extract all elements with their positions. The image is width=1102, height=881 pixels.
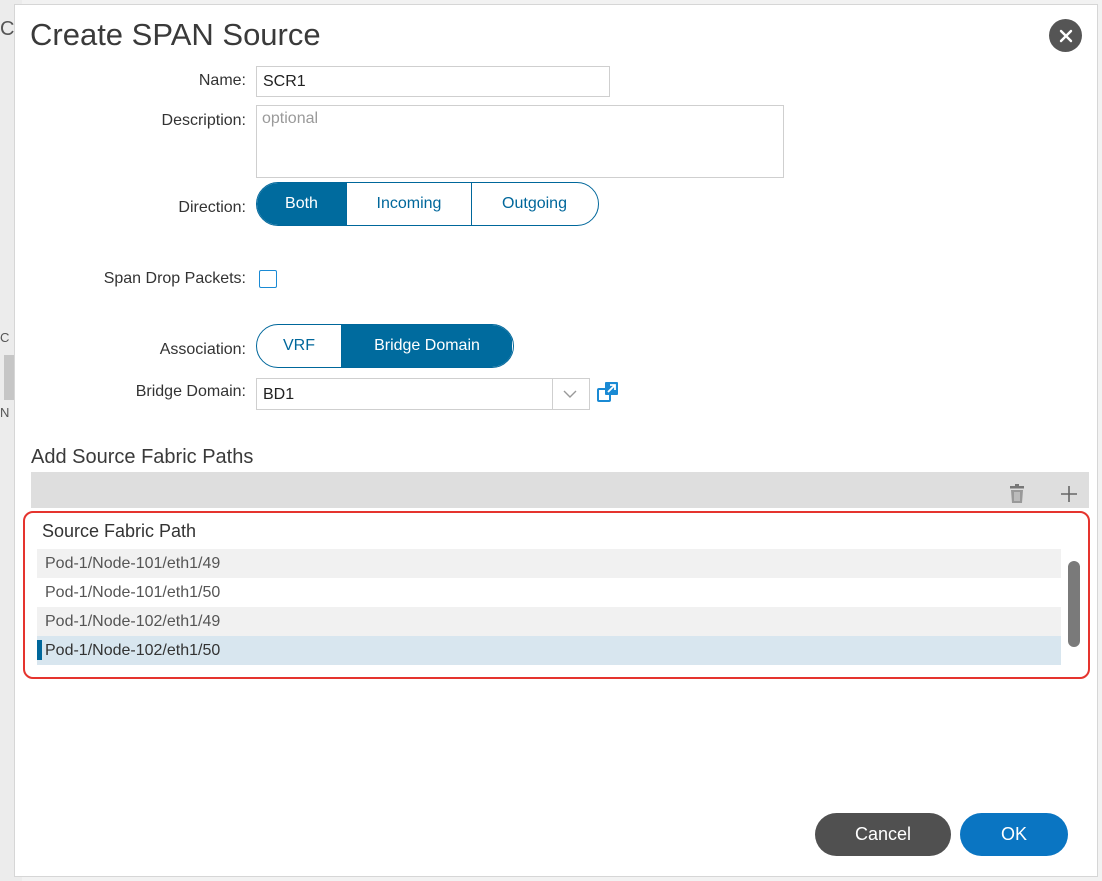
row-text: Pod-1/Node-101/eth1/50 bbox=[45, 583, 221, 601]
direction-outgoing-option[interactable]: Outgoing bbox=[471, 183, 597, 225]
span-drop-packets-label: Span Drop Packets: bbox=[103, 270, 246, 287]
selection-marker bbox=[37, 640, 42, 660]
backdrop-glyph: N bbox=[0, 405, 10, 420]
row-text: Pod-1/Node-101/eth1/49 bbox=[45, 554, 221, 572]
name-input[interactable] bbox=[256, 66, 610, 97]
association-label: Association: bbox=[159, 341, 246, 358]
description-field[interactable] bbox=[256, 105, 784, 178]
association-vrf-option[interactable]: VRF bbox=[257, 325, 341, 367]
ok-button[interactable]: OK bbox=[960, 813, 1068, 856]
table-row[interactable]: Pod-1/Node-102/eth1/49 bbox=[37, 607, 1061, 636]
dialog-title: Create SPAN Source bbox=[30, 17, 321, 52]
backdrop-bar bbox=[4, 355, 14, 400]
table-row[interactable]: Pod-1/Node-101/eth1/49 bbox=[37, 549, 1061, 578]
association-bridge-domain-option[interactable]: Bridge Domain bbox=[341, 325, 512, 367]
close-button[interactable] bbox=[1049, 19, 1082, 52]
table-row[interactable]: Pod-1/Node-101/eth1/50 bbox=[37, 578, 1061, 607]
table-row-selected[interactable]: Pod-1/Node-102/eth1/50 bbox=[37, 636, 1061, 665]
direction-both-option[interactable]: Both bbox=[257, 183, 346, 225]
row-text: Pod-1/Node-102/eth1/50 bbox=[45, 641, 221, 659]
select-divider bbox=[552, 379, 553, 409]
bridge-domain-label: Bridge Domain: bbox=[135, 383, 246, 400]
direction-incoming-option[interactable]: Incoming bbox=[346, 183, 471, 225]
source-fabric-path-column-header: Source Fabric Path bbox=[42, 521, 197, 541]
scrollbar-thumb[interactable] bbox=[1068, 561, 1080, 647]
row-text: Pod-1/Node-102/eth1/49 bbox=[45, 612, 221, 630]
chevron-down-icon[interactable] bbox=[558, 385, 582, 403]
open-in-new-icon[interactable] bbox=[596, 380, 620, 404]
bridge-domain-value: BD1 bbox=[263, 386, 295, 403]
backdrop-glyph: C bbox=[0, 18, 15, 40]
add-source-fabric-paths-title: Add Source Fabric Paths bbox=[31, 446, 254, 468]
name-label: Name: bbox=[198, 72, 246, 89]
add-icon[interactable] bbox=[1058, 483, 1080, 505]
description-label: Description: bbox=[161, 112, 246, 129]
backdrop-glyph: C bbox=[0, 330, 10, 345]
direction-label: Direction: bbox=[178, 199, 246, 216]
close-icon bbox=[1059, 29, 1072, 42]
span-drop-packets-checkbox[interactable] bbox=[259, 270, 277, 288]
association-toggle: VRF Bridge Domain bbox=[256, 324, 514, 368]
trash-icon[interactable] bbox=[1006, 483, 1028, 505]
bridge-domain-select[interactable]: BD1 bbox=[256, 378, 590, 410]
paths-toolbar bbox=[31, 472, 1089, 508]
direction-toggle: Both Incoming Outgoing bbox=[256, 182, 599, 226]
create-span-source-dialog: Create SPAN Source Name: Description: Di… bbox=[14, 4, 1098, 877]
cancel-button[interactable]: Cancel bbox=[815, 813, 951, 856]
